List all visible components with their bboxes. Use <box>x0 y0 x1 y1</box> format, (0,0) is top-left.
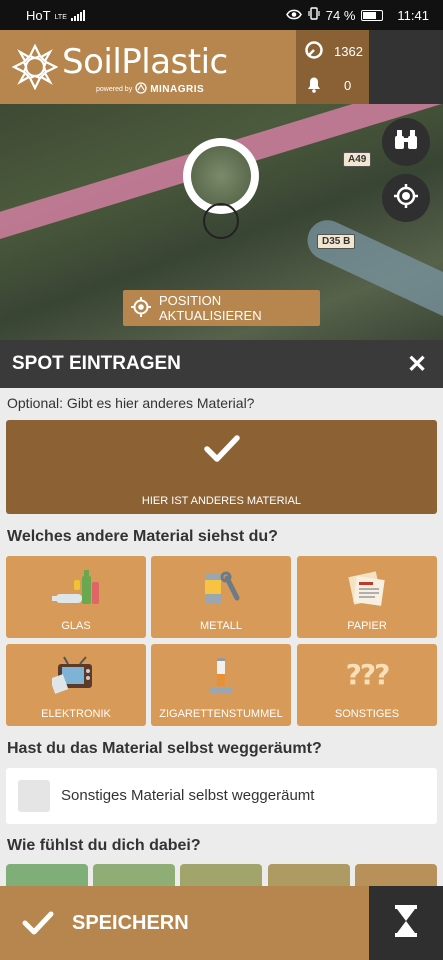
minagris-icon <box>135 82 147 96</box>
status-bar: HoT LTE 74 % 11:41 <box>0 0 443 30</box>
pin-photo <box>191 146 251 206</box>
locate-button[interactable] <box>382 174 430 222</box>
battery-percent: 74 % <box>325 7 356 23</box>
material-tile-papier[interactable]: PAPIER <box>297 556 437 638</box>
points-counter[interactable]: 1362 <box>304 40 363 63</box>
removed-question: Hast du das Material selbst weggeräumt? <box>7 740 322 757</box>
counters-panel: 1362 0 <box>296 30 369 104</box>
feeling-option-3[interactable] <box>180 864 262 888</box>
signal-icon <box>70 9 85 21</box>
battery-icon <box>361 9 384 21</box>
bell-icon <box>304 74 324 97</box>
notifications-count: 0 <box>344 78 352 93</box>
road-label-a49: A49 <box>343 152 372 167</box>
material-label-zigarettenstummel: ZIGARETTENSTUMMEL <box>159 708 283 720</box>
carrier-label: HoT <box>26 7 51 23</box>
logo-icon <box>11 43 59 91</box>
pin-marker-ring <box>203 203 239 239</box>
material-tile-metall[interactable]: METALL <box>151 556 291 638</box>
update-position-label: POSITION AKTUALISIEREN <box>159 293 262 323</box>
feeling-option-4[interactable] <box>268 864 350 888</box>
river <box>300 213 443 335</box>
removed-checkbox-label: Sonstiges Material selbst weggeräumt <box>61 787 315 804</box>
can-icon <box>199 568 243 613</box>
road-label-d35b: D35 B <box>317 234 356 249</box>
save-button[interactable]: SPEICHERN <box>0 886 369 960</box>
material-tile-sonstiges[interactable]: ??? SONSTIGES <box>297 644 437 726</box>
feeling-question: Wie fühlst du dich dabei? <box>7 837 201 854</box>
header-side-panel <box>369 30 443 104</box>
save-label: SPEICHERN <box>72 911 189 934</box>
material-tile-elektronik[interactable]: ELEKTRONIK <box>6 644 146 726</box>
material-label-glas: GLAS <box>61 620 91 632</box>
tv-icon <box>49 656 100 701</box>
feeling-option-1[interactable] <box>6 864 88 888</box>
points-icon <box>304 40 324 63</box>
eye-icon <box>285 8 302 23</box>
notifications-counter[interactable]: 0 <box>304 74 351 97</box>
material-label-elektronik: ELEKTRONIK <box>41 708 111 720</box>
material-label-papier: PAPIER <box>347 620 387 632</box>
optional-question: Optional: Gibt es hier anderes Material? <box>7 395 255 411</box>
partner-name: MINAGRIS <box>150 83 205 95</box>
other-material-button[interactable]: HIER IST ANDERES MATERIAL <box>6 420 437 514</box>
material-question: Welches andere Material siehst du? <box>7 528 278 545</box>
feeling-option-5[interactable] <box>355 864 437 888</box>
question-marks-icon: ??? <box>345 658 391 691</box>
powered-by-label: powered by <box>96 85 133 93</box>
binoculars-icon <box>393 128 419 157</box>
crosshair-icon <box>393 183 419 214</box>
removed-checkbox-row[interactable]: Sonstiges Material selbst weggeräumt <box>6 768 437 824</box>
sheet-header: SPOT EINTRAGEN ✕ <box>0 340 443 388</box>
material-label-sonstiges: SONSTIGES <box>334 708 400 720</box>
material-tile-zigarettenstummel[interactable]: ZIGARETTENSTUMMEL <box>151 644 291 726</box>
update-position-button[interactable]: POSITION AKTUALISIEREN <box>123 290 320 326</box>
material-label-metall: METALL <box>200 620 242 632</box>
sheet-title: SPOT EINTRAGEN <box>12 353 181 374</box>
checkmark-icon <box>204 434 240 469</box>
newspaper-icon <box>345 568 389 613</box>
points-count: 1362 <box>334 44 363 59</box>
clock: 11:41 <box>397 7 429 23</box>
target-icon <box>131 296 151 320</box>
powered-by: powered by MINAGRIS <box>96 82 204 96</box>
bottles-icon <box>52 568 100 613</box>
close-icon[interactable]: ✕ <box>403 350 431 379</box>
brand-name: SoilPlastic <box>62 42 228 82</box>
network-label: LTE <box>54 13 67 21</box>
save-check-icon <box>22 910 54 936</box>
removed-checkbox[interactable] <box>18 780 50 812</box>
binoculars-button[interactable] <box>382 118 430 166</box>
vibrate-icon <box>308 7 320 23</box>
cigarette-icon <box>206 656 236 703</box>
timer-button[interactable] <box>369 886 443 960</box>
other-material-label: HIER IST ANDERES MATERIAL <box>141 495 302 507</box>
feeling-option-2[interactable] <box>93 864 175 888</box>
hourglass-icon <box>395 904 417 942</box>
material-tile-glas[interactable]: GLAS <box>6 556 146 638</box>
